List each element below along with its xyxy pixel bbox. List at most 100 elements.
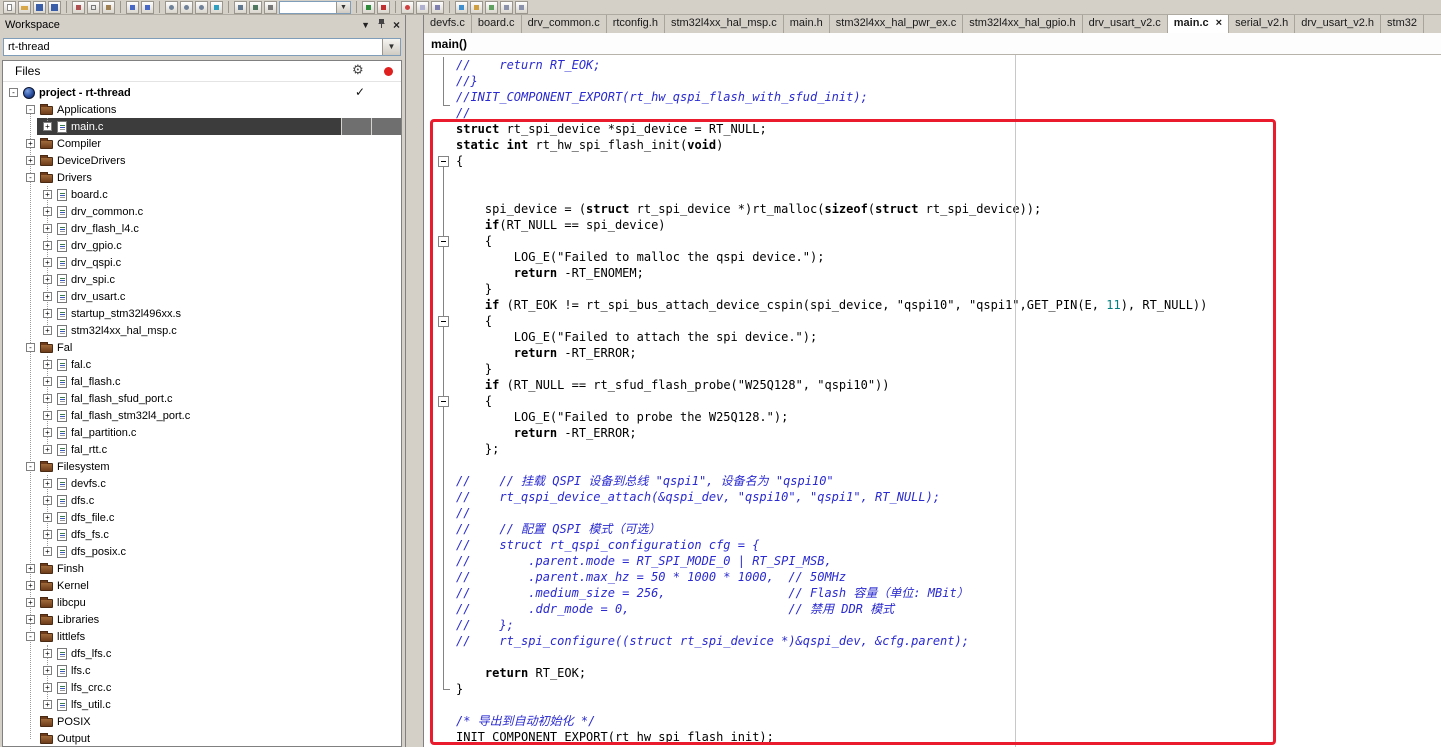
save-all-icon[interactable] (48, 0, 61, 14)
expand-icon[interactable]: + (43, 683, 52, 692)
tree-item-littlefs[interactable]: - littlefs (3, 628, 401, 645)
tree-item-applications[interactable]: - Applications (3, 101, 401, 118)
tree-item-drv-common-c[interactable]: + drv_common.c (3, 203, 401, 220)
bookmark-icon[interactable] (210, 0, 223, 14)
tree-item-output[interactable]: Output (3, 730, 401, 746)
expand-icon[interactable]: + (43, 547, 52, 556)
tree-item-libcpu[interactable]: + libcpu (3, 594, 401, 611)
editor-tab-board-c[interactable]: board.c (471, 15, 522, 33)
copy-icon[interactable] (87, 0, 100, 14)
pack-icon[interactable] (485, 0, 498, 14)
expand-icon[interactable]: + (43, 207, 52, 216)
build-icon[interactable] (234, 0, 247, 14)
close-icon[interactable]: × (1216, 17, 1222, 29)
expand-icon[interactable]: + (43, 377, 52, 386)
tree-item-lfs-c[interactable]: + lfs.c (3, 662, 401, 679)
find-icon[interactable] (180, 0, 193, 14)
collapse-icon[interactable]: - (26, 632, 35, 641)
gear-icon[interactable]: ⚙ (352, 62, 364, 78)
tree-item-dfs-posix-c[interactable]: + dfs_posix.c (3, 543, 401, 560)
expand-icon[interactable]: + (43, 666, 52, 675)
tree-item-drv-gpio-c[interactable]: + drv_gpio.c (3, 237, 401, 254)
toolbar-target-combo[interactable]: ▼ (279, 0, 351, 14)
tree-item-lfs-crc-c[interactable]: + lfs_crc.c (3, 679, 401, 696)
expand-icon[interactable]: + (43, 513, 52, 522)
expand-icon[interactable]: + (43, 496, 52, 505)
undo-icon[interactable] (126, 0, 139, 14)
project-selector[interactable]: rt-thread ▼ (3, 38, 401, 56)
tree-item-fal-flash-stm32l4-port-c[interactable]: + fal_flash_stm32l4_port.c (3, 407, 401, 424)
expand-icon[interactable]: + (43, 394, 52, 403)
options-icon[interactable] (500, 0, 513, 14)
tree-item-devfs-c[interactable]: + devfs.c (3, 475, 401, 492)
tree-item-drivers[interactable]: - Drivers (3, 169, 401, 186)
tree-item-lfs-util-c[interactable]: + lfs_util.c (3, 696, 401, 713)
new-file-icon[interactable] (3, 0, 16, 14)
collapse-icon[interactable]: - (9, 88, 18, 97)
editor-tab-main-c[interactable]: main.c × (1167, 15, 1230, 33)
expand-icon[interactable]: + (26, 581, 35, 590)
tree-item-fal-flash-sfud-port-c[interactable]: + fal_flash_sfud_port.c (3, 390, 401, 407)
chevron-down-icon[interactable]: ▼ (382, 39, 400, 55)
paste-icon[interactable] (102, 0, 115, 14)
rebuild-icon[interactable] (249, 0, 262, 14)
breakpoint-icon[interactable] (401, 0, 414, 14)
tree-item-dfs-lfs-c[interactable]: + dfs_lfs.c (3, 645, 401, 662)
expand-icon[interactable]: + (43, 411, 52, 420)
tree-item-fal-c[interactable]: + fal.c (3, 356, 401, 373)
tree-item-stm32l4xx-hal-msp-c[interactable]: + stm32l4xx_hal_msp.c (3, 322, 401, 339)
editor-tab-drv-common-c[interactable]: drv_common.c (521, 15, 607, 33)
collapse-icon[interactable]: - (26, 105, 35, 114)
help-icon[interactable] (515, 0, 528, 14)
editor-tab-stm32l4xx-hal-gpio-h[interactable]: stm32l4xx_hal_gpio.h (963, 15, 1083, 33)
expand-icon[interactable]: + (43, 190, 52, 199)
expand-icon[interactable]: + (43, 122, 52, 131)
collapse-icon[interactable]: - (26, 173, 35, 182)
editor-tab-stm32l4xx-hal-pwr-ex-c[interactable]: stm32l4xx_hal_pwr_ex.c (829, 15, 964, 33)
code-area[interactable]: // return RT_EOK;//}//INIT_COMPONENT_EXP… (424, 55, 1441, 747)
flash-download-icon[interactable] (362, 0, 375, 14)
debug-icon[interactable] (377, 0, 390, 14)
tree-item-board-c[interactable]: + board.c (3, 186, 401, 203)
expand-icon[interactable]: + (43, 530, 52, 539)
expand-icon[interactable]: + (43, 258, 52, 267)
tree-item-drv-flash-l4-c[interactable]: + drv_flash_l4.c (3, 220, 401, 237)
expand-icon[interactable]: + (43, 326, 52, 335)
tree-item-finsh[interactable]: + Finsh (3, 560, 401, 577)
expand-icon[interactable]: + (26, 139, 35, 148)
expand-icon[interactable]: + (43, 649, 52, 658)
tree-item-fal[interactable]: - Fal (3, 339, 401, 356)
expand-icon[interactable]: + (26, 156, 35, 165)
open-folder-icon[interactable] (18, 0, 31, 14)
fold-collapse-icon[interactable] (438, 396, 449, 407)
expand-icon[interactable]: + (43, 479, 52, 488)
fold-collapse-icon[interactable] (438, 316, 449, 327)
editor-tab-serial-v2-h[interactable]: serial_v2.h (1229, 15, 1296, 33)
expand-icon[interactable]: + (26, 598, 35, 607)
expand-icon[interactable]: + (26, 615, 35, 624)
expand-icon[interactable]: + (43, 360, 52, 369)
workspace-menu-chevron-icon[interactable]: ▼ (361, 20, 370, 30)
find-in-files-icon[interactable] (195, 0, 208, 14)
tree-item-posix[interactable]: POSIX (3, 713, 401, 730)
expand-icon[interactable]: + (43, 428, 52, 437)
tree-item-compiler[interactable]: + Compiler (3, 135, 401, 152)
tree-item-libraries[interactable]: + Libraries (3, 611, 401, 628)
redo-icon[interactable] (141, 0, 154, 14)
expand-icon[interactable]: + (43, 309, 52, 318)
tree-item-fal-partition-c[interactable]: + fal_partition.c (3, 424, 401, 441)
trace-icon[interactable] (470, 0, 483, 14)
expand-icon[interactable]: + (43, 241, 52, 250)
expand-icon[interactable]: + (43, 224, 52, 233)
workspace-close-icon[interactable]: × (393, 18, 400, 32)
tree-item-kernel[interactable]: + Kernel (3, 577, 401, 594)
editor-tab-drv-usart-v2-c[interactable]: drv_usart_v2.c (1082, 15, 1168, 33)
collapse-icon[interactable]: - (26, 343, 35, 352)
tree-item-fal-flash-c[interactable]: + fal_flash.c (3, 373, 401, 390)
tree-item-project-rt-thread[interactable]: - project - rt-thread ✓ (3, 84, 401, 101)
tree-item-dfs-file-c[interactable]: + dfs_file.c (3, 509, 401, 526)
memory-icon[interactable] (431, 0, 444, 14)
save-icon[interactable] (33, 0, 46, 14)
editor-tab-drv-usart-v2-h[interactable]: drv_usart_v2.h (1295, 15, 1382, 33)
chevron-down-icon[interactable]: ▼ (336, 1, 350, 13)
